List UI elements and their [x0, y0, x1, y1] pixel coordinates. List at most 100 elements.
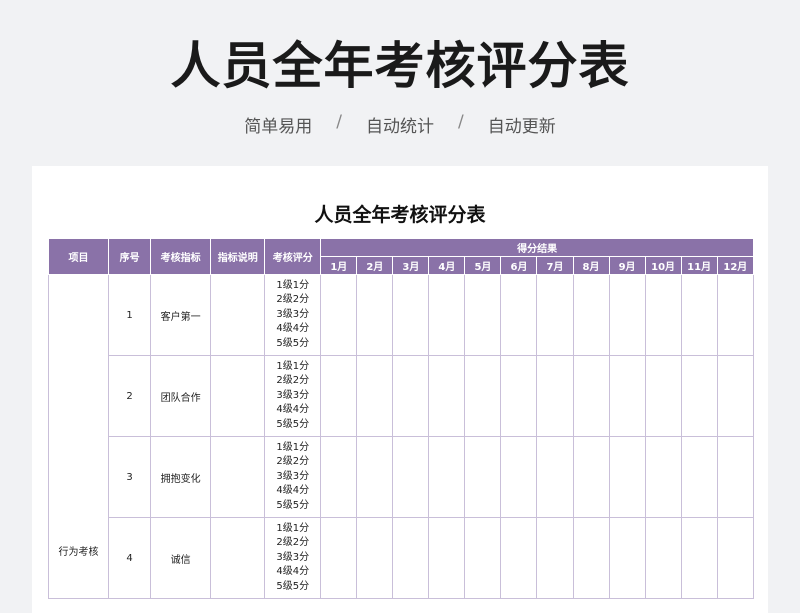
month-score-cell[interactable]: [320, 436, 358, 518]
month-score-cell[interactable]: [464, 355, 502, 437]
month-score-cell[interactable]: [644, 355, 682, 437]
month-score-cell[interactable]: [680, 517, 718, 599]
month-score-cell[interactable]: [644, 517, 682, 599]
desc-cell[interactable]: [210, 274, 266, 356]
month-score-cell[interactable]: [428, 274, 466, 356]
header-month: 6月: [500, 256, 538, 275]
month-score-cell[interactable]: [464, 436, 502, 518]
indicator-cell: 拥抱变化: [150, 436, 212, 518]
month-score-cell[interactable]: [500, 436, 538, 518]
month-score-cell[interactable]: [392, 517, 430, 599]
header-desc: 指标说明: [210, 238, 266, 275]
level-line: 1级1分: [276, 360, 310, 372]
desc-cell[interactable]: [210, 355, 266, 437]
month-score-cell[interactable]: [536, 274, 574, 356]
level-line: 5级5分: [276, 337, 310, 349]
header-month: 7月: [536, 256, 574, 275]
month-score-cell[interactable]: [536, 355, 574, 437]
month-score-cell[interactable]: [608, 355, 646, 437]
level-line: 5级5分: [276, 418, 310, 430]
category-cell: 行为考核: [47, 274, 110, 599]
header-month: 9月: [608, 256, 646, 275]
month-score-cell[interactable]: [572, 436, 610, 518]
header-month: 8月: [572, 256, 610, 275]
level-line: 2级2分: [276, 456, 310, 468]
header-month: 3月: [392, 256, 430, 275]
month-score-cell[interactable]: [320, 355, 358, 437]
month-score-cell[interactable]: [464, 517, 502, 599]
month-score-cell[interactable]: [572, 274, 610, 356]
month-score-cell[interactable]: [644, 436, 682, 518]
sheet-title: 人员全年考核评分表: [314, 204, 486, 226]
level-line: 5级5分: [276, 499, 310, 511]
level-line: 1级1分: [276, 522, 310, 534]
month-score-cell[interactable]: [320, 517, 358, 599]
month-score-cell[interactable]: [428, 436, 466, 518]
month-score-cell[interactable]: [356, 517, 394, 599]
month-score-cell[interactable]: [356, 436, 394, 518]
month-score-cell[interactable]: [500, 517, 538, 599]
seq-cell: 3: [108, 436, 152, 518]
score-levels-cell: 1级1分 2级2分 3级3分 4级4分 5级5分: [264, 517, 322, 599]
desc-cell[interactable]: [210, 517, 266, 599]
score-levels-cell: 1级1分 2级2分 3级3分 4级4分 5级5分: [264, 355, 322, 437]
tagline: 简单易用 / 自动统计 / 自动更新: [0, 112, 800, 137]
month-score-cell[interactable]: [572, 517, 610, 599]
tag-item: 自动统计: [366, 117, 434, 137]
header-month: 12月: [716, 256, 755, 275]
header-seq: 序号: [108, 238, 152, 275]
header-score: 考核评分: [264, 238, 322, 275]
seq-cell: 4: [108, 517, 152, 599]
spreadsheet-preview: 人员全年考核评分表 项目 序号 考核指标 指标说明 考核评分 得分结果 1月 2: [32, 166, 768, 613]
header-month: 11月: [680, 256, 718, 275]
level-line: 4级4分: [276, 485, 310, 497]
month-score-cell[interactable]: [608, 517, 646, 599]
header-result: 得分结果: [320, 238, 754, 257]
month-score-cell[interactable]: [428, 517, 466, 599]
month-score-cell[interactable]: [392, 436, 430, 518]
month-score-cell[interactable]: [716, 274, 755, 356]
month-score-cell[interactable]: [716, 355, 755, 437]
month-score-cell[interactable]: [320, 274, 358, 356]
level-line: 1级1分: [276, 441, 310, 453]
month-score-cell[interactable]: [608, 436, 646, 518]
level-line: 1级1分: [276, 279, 310, 291]
page-title: 人员全年考核评分表: [170, 37, 630, 95]
month-score-cell[interactable]: [356, 355, 394, 437]
seq-cell: 2: [108, 355, 152, 437]
month-score-cell[interactable]: [716, 517, 755, 599]
month-score-cell[interactable]: [680, 436, 718, 518]
table-row: 行为考核 1 客户第一 1级1分 2级2分 3级3分 4级4分 5级5分: [47, 274, 755, 599]
month-score-cell[interactable]: [392, 355, 430, 437]
header-month: 2月: [356, 256, 394, 275]
month-score-cell[interactable]: [500, 274, 538, 356]
month-score-cell[interactable]: [464, 274, 502, 356]
month-score-cell[interactable]: [572, 355, 610, 437]
month-score-cell[interactable]: [356, 274, 394, 356]
header-indicator: 考核指标: [150, 238, 212, 275]
tag-item: 简单易用: [244, 117, 313, 137]
level-line: 3级3分: [276, 308, 310, 320]
month-score-cell[interactable]: [680, 274, 718, 356]
header-month: 4月: [428, 256, 466, 275]
month-score-cell[interactable]: [428, 355, 466, 437]
month-score-cell[interactable]: [608, 274, 646, 356]
month-score-cell[interactable]: [716, 436, 755, 518]
header-item: 项目: [47, 238, 110, 275]
month-score-cell[interactable]: [536, 436, 574, 518]
level-line: 3级3分: [276, 551, 310, 563]
level-line: 2级2分: [276, 294, 310, 306]
tag-separator: /: [336, 112, 342, 132]
header-month: 1月: [320, 256, 358, 275]
month-score-cell[interactable]: [500, 355, 538, 437]
seq-cell: 1: [108, 274, 152, 356]
month-score-cell[interactable]: [644, 274, 682, 356]
indicator-cell: 客户第一: [150, 274, 212, 356]
tag-separator: /: [458, 112, 464, 132]
header-month: 10月: [644, 256, 682, 275]
month-score-cell[interactable]: [536, 517, 574, 599]
header-month: 5月: [464, 256, 502, 275]
month-score-cell[interactable]: [392, 274, 430, 356]
desc-cell[interactable]: [210, 436, 266, 518]
month-score-cell[interactable]: [680, 355, 718, 437]
